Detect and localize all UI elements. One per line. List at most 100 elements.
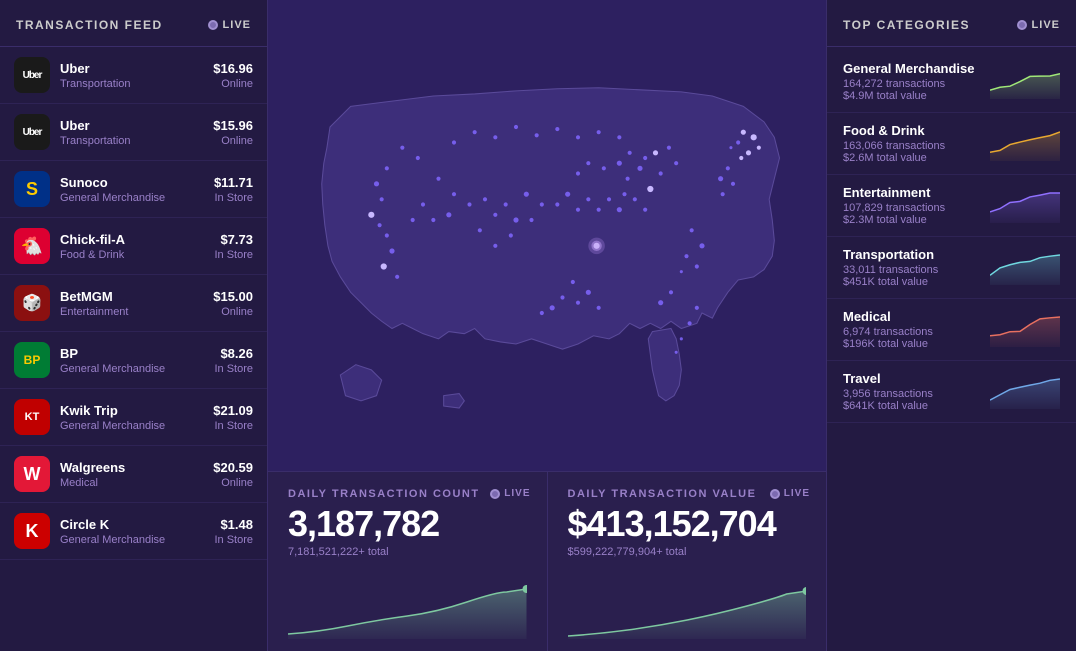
cat-transactions: 6,974 transactions xyxy=(843,326,990,338)
cat-info: Food & Drink 163,066 transactions $2.6M … xyxy=(843,123,990,164)
tx-channel: In Store xyxy=(214,249,253,261)
tx-channel: In Store xyxy=(214,192,253,204)
tx-category: Transportation xyxy=(60,78,203,90)
category-item: Food & Drink 163,066 transactions $2.6M … xyxy=(827,113,1076,175)
daily-count-value: 3,187,782 xyxy=(288,506,527,542)
tx-name: Circle K xyxy=(60,517,204,532)
tx-name: Kwik Trip xyxy=(60,403,203,418)
tx-channel: Online xyxy=(213,306,253,318)
daily-value-value: $413,152,704 xyxy=(568,506,807,542)
cat-value: $2.6M total value xyxy=(843,152,990,164)
tx-category: General Merchandise xyxy=(60,363,204,375)
transaction-feed-header: TRANSACTION FEED LIVE xyxy=(0,0,267,47)
top-categories-panel: TOP CATEGORIES LIVE General Merchandise … xyxy=(826,0,1076,651)
tx-channel: Online xyxy=(213,78,253,90)
cat-value: $196K total value xyxy=(843,338,990,350)
daily-count-total: 7,181,521,222+ total xyxy=(288,546,527,558)
transaction-item: KT Kwik Trip General Merchandise $21.09 … xyxy=(0,389,267,446)
daily-value-live: LIVE xyxy=(770,488,810,499)
tx-category: General Merchandise xyxy=(60,192,204,204)
us-map xyxy=(268,0,826,471)
tx-amount: $15.00 xyxy=(213,289,253,304)
category-item: General Merchandise 164,272 transactions… xyxy=(827,51,1076,113)
tx-right: $16.96 Online xyxy=(213,61,253,90)
top-categories-title: TOP CATEGORIES xyxy=(843,18,970,32)
transaction-item: S Sunoco General Merchandise $11.71 In S… xyxy=(0,161,267,218)
tx-amount: $1.48 xyxy=(214,517,253,532)
tx-info: Uber Transportation xyxy=(60,61,203,90)
tx-category: Medical xyxy=(60,477,203,489)
cat-transactions: 164,272 transactions xyxy=(843,78,990,90)
cat-name: Transportation xyxy=(843,247,990,262)
cat-info: General Merchandise 164,272 transactions… xyxy=(843,61,990,102)
count-chart xyxy=(288,584,527,639)
cat-live-dot-icon xyxy=(1017,20,1027,30)
value-live-dot xyxy=(770,489,780,499)
tx-right: $15.96 Online xyxy=(213,118,253,147)
tx-name: Uber xyxy=(60,118,203,133)
tx-channel: In Store xyxy=(214,534,253,546)
transaction-feed-title: TRANSACTION FEED xyxy=(16,18,163,32)
transaction-live-badge: LIVE xyxy=(208,19,251,31)
tx-right: $1.48 In Store xyxy=(214,517,253,546)
categories-live-badge: LIVE xyxy=(1017,19,1060,31)
tx-name: BetMGM xyxy=(60,289,203,304)
tx-info: Chick-fil-A Food & Drink xyxy=(60,232,204,261)
cat-value: $4.9M total value xyxy=(843,90,990,102)
transaction-item: W Walgreens Medical $20.59 Online xyxy=(0,446,267,503)
tx-info: Kwik Trip General Merchandise xyxy=(60,403,203,432)
tx-logo: S xyxy=(14,171,50,207)
cat-transactions: 107,829 transactions xyxy=(843,202,990,214)
tx-right: $21.09 In Store xyxy=(213,403,253,432)
transaction-item: Uber Uber Transportation $16.96 Online xyxy=(0,47,267,104)
tx-amount: $8.26 xyxy=(214,346,253,361)
tx-info: Sunoco General Merchandise xyxy=(60,175,204,204)
daily-value-box: DAILY TRANSACTION VALUE $413,152,704 $59… xyxy=(548,472,827,651)
transaction-item: BP BP General Merchandise $8.26 In Store xyxy=(0,332,267,389)
cat-info: Medical 6,974 transactions $196K total v… xyxy=(843,309,990,350)
category-item: Medical 6,974 transactions $196K total v… xyxy=(827,299,1076,361)
tx-logo: Uber xyxy=(14,114,50,150)
tx-logo: Uber xyxy=(14,57,50,93)
cat-transactions: 33,011 transactions xyxy=(843,264,990,276)
tx-info: BP General Merchandise xyxy=(60,346,204,375)
daily-value-total: $599,222,779,904+ total xyxy=(568,546,807,558)
cat-info: Travel 3,956 transactions $641K total va… xyxy=(843,371,990,412)
cat-sparkline xyxy=(990,312,1060,347)
tx-category: General Merchandise xyxy=(60,534,204,546)
category-item: Transportation 33,011 transactions $451K… xyxy=(827,237,1076,299)
transaction-item: 🎲 BetMGM Entertainment $15.00 Online xyxy=(0,275,267,332)
tx-info: Circle K General Merchandise xyxy=(60,517,204,546)
tx-logo: W xyxy=(14,456,50,492)
tx-logo: 🐔 xyxy=(14,228,50,264)
transaction-item: 🐔 Chick-fil-A Food & Drink $7.73 In Stor… xyxy=(0,218,267,275)
cat-value: $451K total value xyxy=(843,276,990,288)
live-dot-icon xyxy=(208,20,218,30)
tx-right: $7.73 In Store xyxy=(214,232,253,261)
categories-live-label: LIVE xyxy=(1032,19,1060,31)
cat-info: Entertainment 107,829 transactions $2.3M… xyxy=(843,185,990,226)
tx-right: $20.59 Online xyxy=(213,460,253,489)
tx-category: Food & Drink xyxy=(60,249,204,261)
cat-name: General Merchandise xyxy=(843,61,990,76)
tx-amount: $21.09 xyxy=(213,403,253,418)
tx-right: $8.26 In Store xyxy=(214,346,253,375)
cat-transactions: 163,066 transactions xyxy=(843,140,990,152)
cat-info: Transportation 33,011 transactions $451K… xyxy=(843,247,990,288)
cat-sparkline xyxy=(990,374,1060,409)
cat-name: Food & Drink xyxy=(843,123,990,138)
tx-category: Entertainment xyxy=(60,306,203,318)
transaction-feed-panel: TRANSACTION FEED LIVE Uber Uber Transpor… xyxy=(0,0,268,651)
cat-sparkline xyxy=(990,188,1060,223)
cat-name: Travel xyxy=(843,371,990,386)
tx-info: BetMGM Entertainment xyxy=(60,289,203,318)
cat-name: Medical xyxy=(843,309,990,324)
count-live-dot xyxy=(490,489,500,499)
transaction-live-label: LIVE xyxy=(223,19,251,31)
tx-name: Chick-fil-A xyxy=(60,232,204,247)
tx-name: Uber xyxy=(60,61,203,76)
cat-sparkline xyxy=(990,250,1060,285)
tx-logo: K xyxy=(14,513,50,549)
tx-logo: KT xyxy=(14,399,50,435)
value-chart xyxy=(568,584,807,639)
